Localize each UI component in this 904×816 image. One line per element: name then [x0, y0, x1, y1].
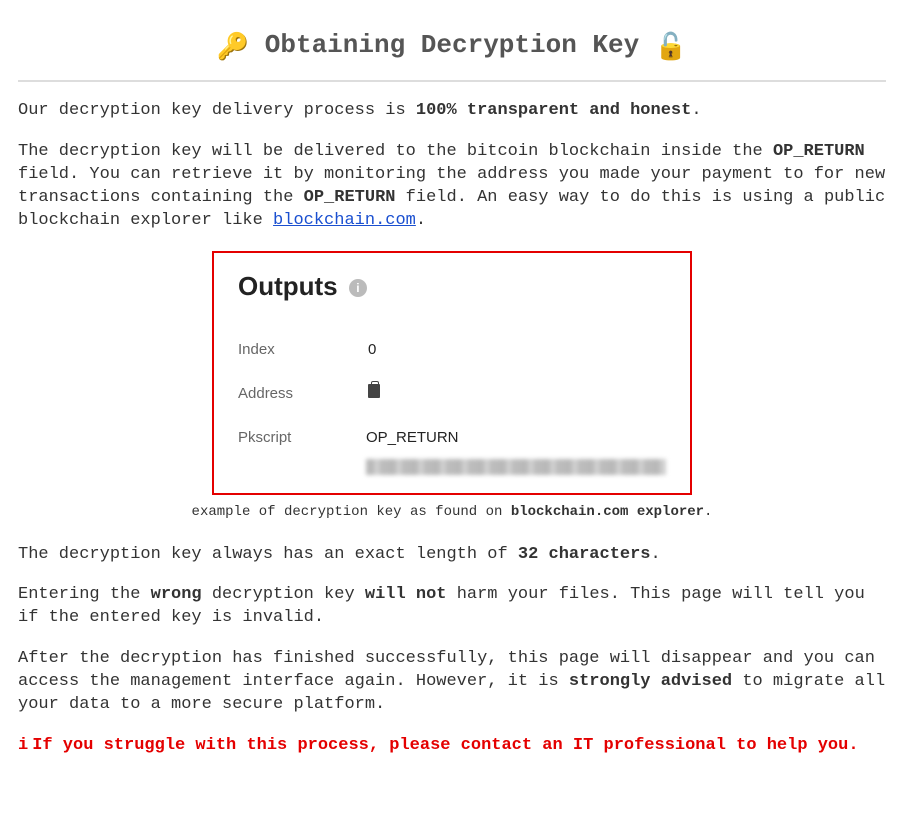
- outputs-title: Outputs i: [238, 269, 666, 304]
- warning-text: If you struggle with this process, pleas…: [32, 736, 858, 755]
- delivery-t1: The decryption key will be delivered to …: [18, 142, 773, 161]
- unlock-icon: 🔓: [655, 31, 687, 66]
- warning-paragraph: iIf you struggle with this process, plea…: [18, 735, 886, 758]
- outputs-figure: Outputs i Index 0 Address Pkscript OP_RE…: [18, 251, 886, 495]
- wrongkey-b2: will not: [365, 585, 447, 604]
- divider: [18, 80, 886, 82]
- wrongkey-t2: decryption key: [202, 585, 365, 604]
- length-b1: 32 characters: [518, 545, 651, 564]
- opreturn-1: OP_RETURN: [773, 142, 865, 161]
- pkscript-text: OP_RETURN: [366, 429, 459, 446]
- label-index: Index: [238, 340, 368, 360]
- value-address: [368, 384, 666, 404]
- intro-prefix: Our decryption key delivery process is: [18, 101, 416, 120]
- intro-bold: 100% transparent and honest: [416, 101, 691, 120]
- length-t1: The decryption key always has an exact l…: [18, 545, 518, 564]
- value-pkscript: OP_RETURN: [366, 428, 666, 474]
- intro-suffix: .: [691, 101, 701, 120]
- delivery-t4: .: [416, 211, 426, 230]
- value-index: 0: [368, 340, 666, 360]
- opreturn-2: OP_RETURN: [304, 188, 396, 207]
- figure-caption: example of decryption key as found on bl…: [18, 503, 886, 522]
- page-title: 🔑 Obtaining Decryption Key 🔓: [18, 28, 886, 66]
- row-address: Address: [238, 384, 666, 404]
- caption-t2: .: [704, 504, 712, 520]
- row-pkscript: Pkscript OP_RETURN: [238, 428, 666, 474]
- caption-b1: blockchain.com explorer: [511, 504, 704, 520]
- info-icon: i: [349, 279, 367, 297]
- after-b1: strongly advised: [569, 672, 732, 691]
- key-icon: 🔑: [217, 31, 249, 66]
- clipboard-icon: [368, 384, 380, 398]
- length-paragraph: The decryption key always has an exact l…: [18, 544, 886, 567]
- delivery-paragraph: The decryption key will be delivered to …: [18, 141, 886, 233]
- caption-t1: example of decryption key as found on: [192, 504, 511, 520]
- label-pkscript: Pkscript: [238, 428, 366, 474]
- row-index: Index 0: [238, 340, 666, 360]
- blockchain-link[interactable]: blockchain.com: [273, 211, 416, 230]
- wrongkey-paragraph: Entering the wrong decryption key will n…: [18, 584, 886, 630]
- info-glyph: i: [18, 736, 28, 755]
- length-t2: .: [651, 545, 661, 564]
- label-address: Address: [238, 384, 368, 404]
- title-text: Obtaining Decryption Key: [265, 30, 639, 60]
- intro-paragraph: Our decryption key delivery process is 1…: [18, 100, 886, 123]
- redacted-bar: [366, 459, 666, 475]
- wrongkey-b1: wrong: [151, 585, 202, 604]
- wrongkey-t1: Entering the: [18, 585, 151, 604]
- outputs-title-text: Outputs: [238, 271, 338, 301]
- after-paragraph: After the decryption has finished succes…: [18, 648, 886, 717]
- outputs-box: Outputs i Index 0 Address Pkscript OP_RE…: [212, 251, 692, 495]
